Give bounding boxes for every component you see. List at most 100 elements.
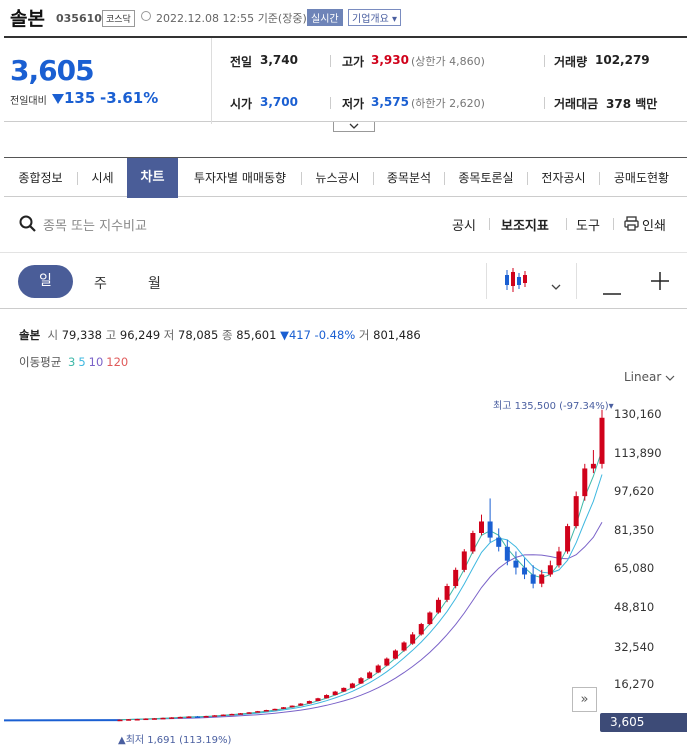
ma-10-line	[120, 522, 602, 720]
tab-news[interactable]: 뉴스공시	[302, 158, 373, 198]
candle	[324, 694, 329, 698]
tab-chart[interactable]: 차트	[127, 158, 178, 198]
tab-discussion[interactable]: 종목토론실	[445, 158, 527, 198]
candle	[582, 464, 587, 501]
divider	[544, 55, 545, 67]
candle	[152, 718, 157, 720]
zoom-in-icon[interactable]	[651, 272, 669, 294]
price-chart[interactable]	[0, 385, 612, 745]
search-icon[interactable]	[19, 215, 36, 236]
ma-period-label: 5	[78, 355, 85, 369]
low-label: 저가	[342, 95, 364, 112]
candle	[376, 664, 381, 673]
candle	[427, 611, 432, 625]
volume-value: 102,279	[595, 53, 650, 67]
candle	[470, 531, 475, 554]
candle	[143, 718, 148, 720]
divider	[576, 263, 577, 299]
print-button[interactable]: 인쇄	[642, 215, 666, 234]
candle	[600, 410, 605, 469]
high-marker-label: 최고 135,500 (-97.34%)▾	[493, 397, 614, 412]
scale-dropdown[interactable]: Linear	[624, 370, 675, 384]
candle	[350, 683, 355, 689]
expand-summary-button[interactable]	[333, 122, 375, 132]
candle	[453, 568, 458, 589]
period-month-button[interactable]: 월	[148, 273, 161, 293]
candle	[479, 515, 484, 536]
chevron-down-icon	[665, 375, 675, 381]
candle	[419, 623, 424, 636]
candle	[359, 677, 364, 684]
divider	[544, 97, 545, 109]
stock-name: 솔본	[10, 4, 45, 31]
candle	[126, 719, 131, 721]
disclosure-button[interactable]: 공시	[452, 215, 476, 234]
prev-close-label: 전일	[230, 53, 252, 70]
divider	[330, 97, 331, 109]
tab-analysis[interactable]: 종목분석	[374, 158, 444, 198]
compare-search-input[interactable]: 종목 또는 지수비교	[43, 215, 147, 234]
candle	[488, 498, 493, 542]
y-tick-label: 81,350	[614, 523, 654, 537]
tools-button[interactable]: 도구	[576, 215, 600, 234]
candle	[298, 703, 303, 706]
candle	[290, 705, 295, 707]
candle	[565, 524, 570, 554]
candle	[548, 561, 553, 577]
candle	[118, 719, 123, 721]
printer-icon[interactable]	[624, 216, 639, 235]
stock-code: 035610	[56, 12, 102, 25]
candle	[556, 547, 561, 568]
candlestick-type-icon[interactable]	[504, 267, 528, 297]
price-summary: 3,605 전일대비 135 -3.61% 전일 3,740 고가 3,930 …	[4, 36, 687, 122]
candle	[445, 584, 450, 602]
candle	[462, 549, 467, 572]
candle	[221, 714, 226, 716]
candle	[522, 558, 527, 579]
candle	[186, 716, 191, 718]
period-day-button[interactable]: 일	[18, 265, 73, 298]
market-badge: 코스닥	[102, 10, 135, 27]
candle	[178, 717, 183, 719]
divider	[566, 218, 567, 230]
chart-type-chevron-icon[interactable]	[551, 275, 561, 294]
candle	[212, 715, 217, 717]
company-info-dropdown[interactable]: 기업개요 ▾	[348, 9, 401, 26]
indicators-button[interactable]: 보조지표	[501, 215, 549, 234]
candle	[204, 716, 209, 718]
tab-quotes[interactable]: 시세	[78, 158, 127, 198]
realtime-badge: 실시간	[307, 9, 343, 26]
ohlc-info: 솔본 시 79,338 고 96,249 저 78,085 종 85,601 ▼…	[19, 327, 421, 343]
tab-short-selling[interactable]: 공매도현황	[600, 158, 683, 198]
candle	[367, 671, 372, 678]
period-week-button[interactable]: 주	[94, 273, 107, 293]
fast-forward-button[interactable]: »	[572, 687, 597, 712]
low-value: 3,575	[371, 95, 409, 109]
divider	[330, 55, 331, 67]
candle	[264, 710, 269, 712]
period-row: 일 주 월	[0, 253, 687, 309]
low-marker-label: ▲최저 1,691 (113.19%)	[118, 731, 231, 746]
price-change-percent: -3.61%	[100, 89, 158, 107]
y-tick-label: 32,540	[614, 640, 654, 654]
candle	[410, 632, 415, 645]
candle	[333, 691, 338, 696]
current-price-box: 3,605 전일대비 135 -3.61%	[4, 38, 212, 124]
price-change: 135	[52, 89, 95, 107]
candle	[341, 687, 346, 692]
candle	[384, 657, 389, 666]
y-tick-label: 65,080	[614, 561, 654, 575]
amount-value: 378 백만	[606, 95, 657, 112]
change-label: 전일대비	[10, 92, 47, 107]
open-label: 시가	[230, 95, 252, 112]
tab-investor-trading[interactable]: 투자자별 매매동향	[179, 158, 301, 198]
tab-e-disclosure[interactable]: 전자공시	[528, 158, 599, 198]
clock-icon	[141, 11, 151, 21]
tab-summary[interactable]: 종합정보	[4, 158, 77, 198]
open-value: 3,700	[260, 95, 298, 109]
down-triangle-icon	[52, 93, 64, 104]
candle	[135, 719, 140, 721]
zoom-out-icon[interactable]	[603, 280, 621, 299]
y-tick-label: 113,890	[614, 446, 662, 460]
candle	[402, 641, 407, 651]
